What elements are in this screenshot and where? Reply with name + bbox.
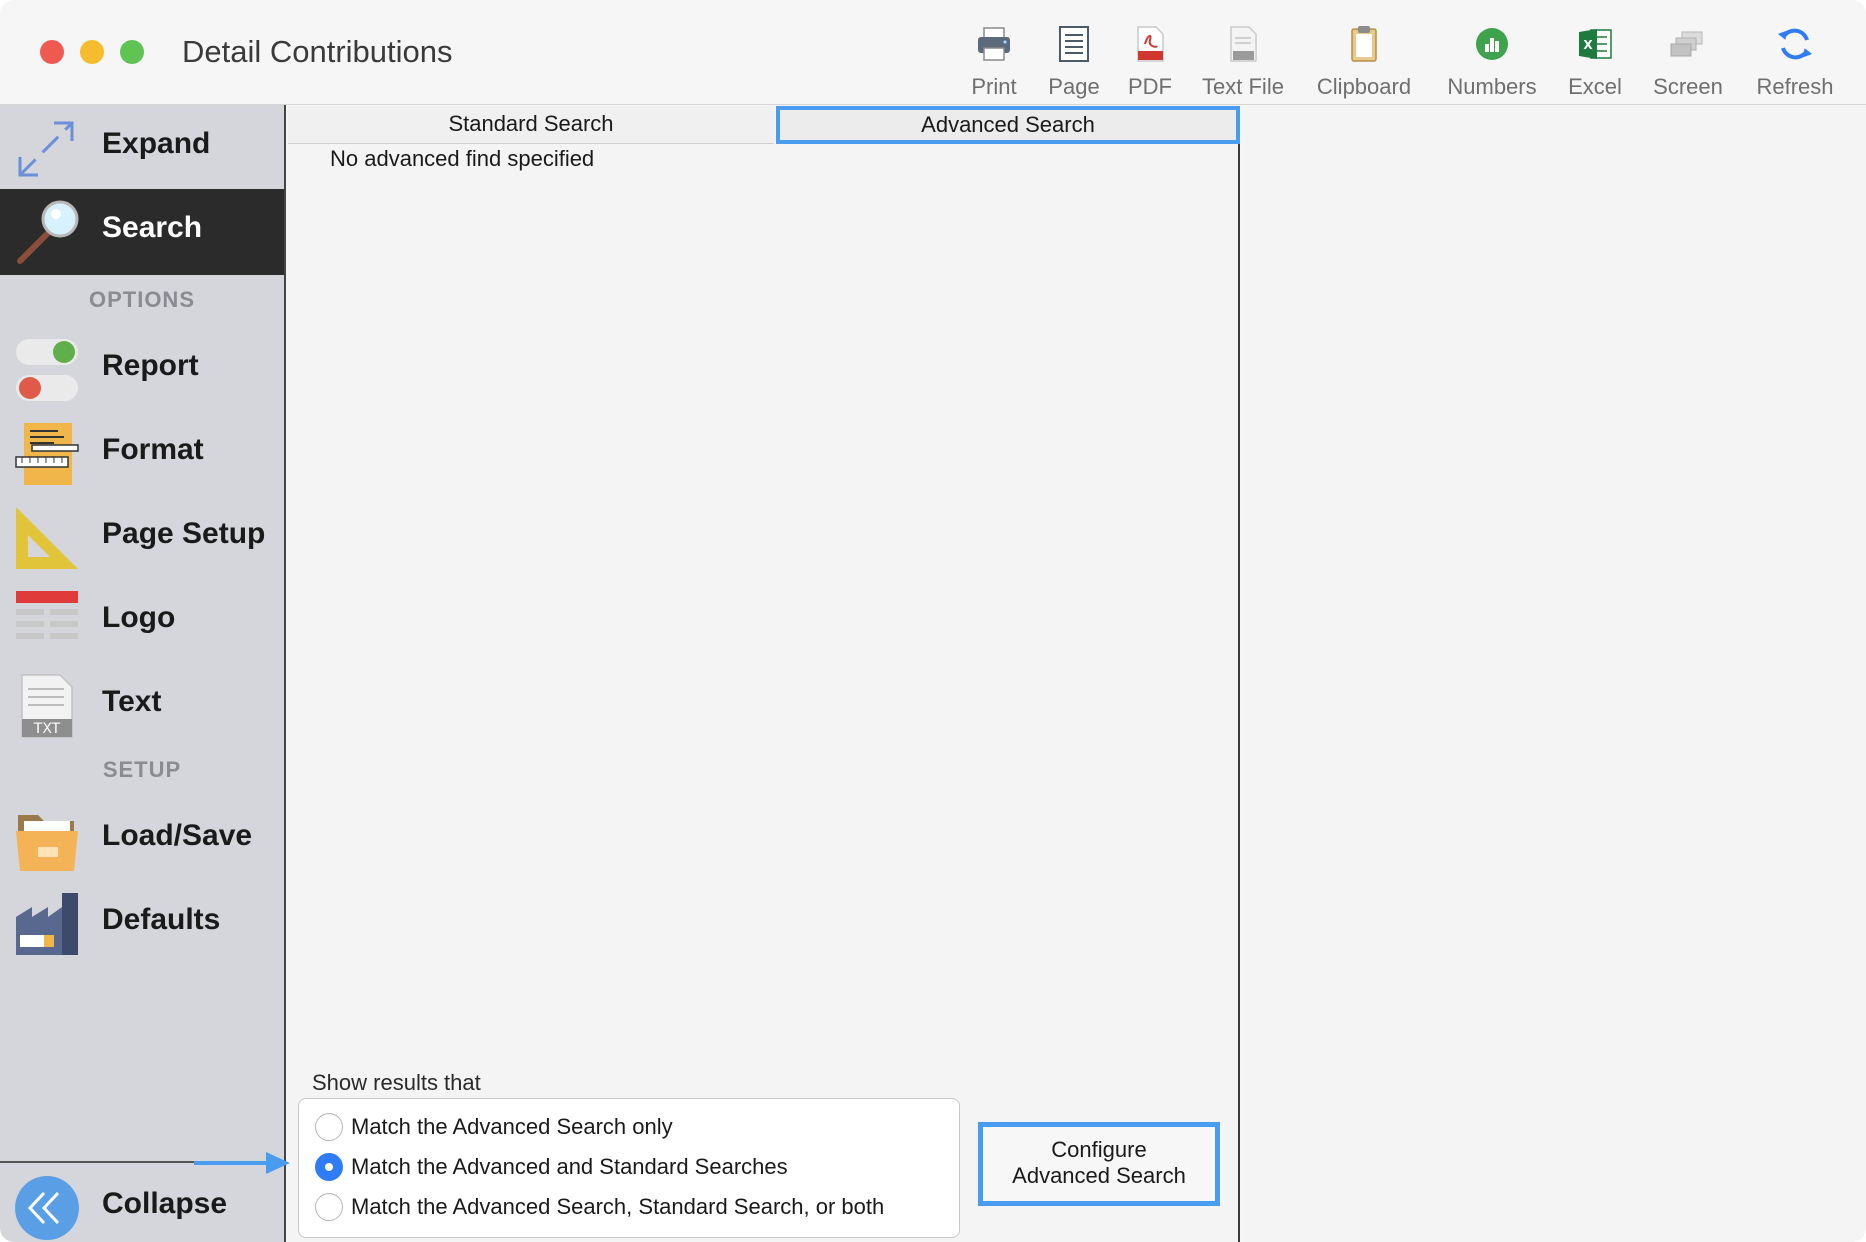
clipboard-icon <box>1344 24 1384 64</box>
page-button[interactable]: Page <box>1044 20 1104 100</box>
callout-arrow-icon <box>194 1152 290 1174</box>
refresh-label: Refresh <box>1756 74 1834 99</box>
sidebar-item-expand[interactable]: Expand <box>0 105 284 189</box>
match-options-group: Match the Advanced Search only Match the… <box>298 1098 960 1238</box>
tab-advanced-search[interactable]: Advanced Search <box>776 106 1240 144</box>
load-save-label: Load/Save <box>102 819 253 852</box>
screen-icon <box>1668 24 1708 64</box>
set-square-icon <box>14 505 80 571</box>
defaults-label: Defaults <box>102 903 221 936</box>
screen-button[interactable]: Screen <box>1650 20 1726 100</box>
sidebar-item-logo[interactable]: Logo <box>0 579 284 663</box>
pdf-label: PDF <box>1128 74 1172 99</box>
window-title: Detail Contributions <box>182 34 453 69</box>
screen-label: Screen <box>1653 74 1723 99</box>
radio-button[interactable] <box>315 1193 343 1221</box>
empty-message: No advanced find specified <box>330 146 595 171</box>
excel-label: Excel <box>1568 74 1622 99</box>
radio-button-selected[interactable] <box>315 1153 343 1181</box>
configure-button-line1: Configure <box>1051 1137 1147 1162</box>
print-button[interactable]: Print <box>964 20 1024 100</box>
radio-label: Match the Advanced and Standard Searches <box>351 1154 788 1179</box>
svg-text:TXT: TXT <box>33 721 61 737</box>
clipboard-button[interactable]: Clipboard <box>1312 20 1416 100</box>
toggle-switches-icon <box>14 337 80 403</box>
main-panel: Standard Search Advanced Search No advan… <box>288 106 1240 1242</box>
txt-file-icon: TXT <box>14 673 80 739</box>
numbers-button[interactable]: Numbers <box>1438 20 1546 100</box>
zoom-window-button[interactable] <box>120 40 144 64</box>
expand-arrows-icon <box>14 115 80 181</box>
search-label: Search <box>102 211 203 244</box>
sidebar-item-format[interactable]: Format <box>0 411 284 495</box>
report-label: Report <box>102 349 199 382</box>
clipboard-label: Clipboard <box>1316 74 1412 99</box>
logo-letterhead-icon <box>14 589 80 655</box>
radio-label: Match the Advanced Search only <box>351 1114 673 1139</box>
close-window-button[interactable] <box>40 40 64 64</box>
format-label: Format <box>102 433 204 466</box>
sidebar-item-search[interactable]: Search <box>0 189 284 275</box>
print-label: Print <box>971 74 1017 99</box>
sidebar-item-page-setup[interactable]: Page Setup <box>0 495 284 579</box>
configure-button-line2: Advanced Search <box>1012 1163 1186 1188</box>
configure-advanced-search-button[interactable]: Configure Advanced Search <box>978 1122 1220 1206</box>
divider <box>0 1161 200 1163</box>
options-heading: OPTIONS <box>88 287 195 312</box>
tab-standard-search[interactable]: Standard Search <box>288 106 774 144</box>
factory-icon <box>14 891 80 957</box>
preview-panel <box>1242 106 1866 1242</box>
sidebar: Expand Search OPTIONS Report Format Page… <box>0 105 286 1242</box>
printer-icon <box>974 24 1014 64</box>
excel-icon: X <box>1575 24 1615 64</box>
pdf-icon <box>1130 24 1170 64</box>
text-file-button[interactable]: Text File <box>1198 20 1288 100</box>
pdf-button[interactable]: PDF <box>1120 20 1180 100</box>
sidebar-item-collapse[interactable]: Collapse <box>0 1165 284 1242</box>
page-label: Page <box>1048 74 1100 99</box>
numbers-icon <box>1472 24 1512 64</box>
collapse-label: Collapse <box>102 1187 228 1220</box>
refresh-button[interactable]: Refresh <box>1752 20 1838 100</box>
format-ruler-icon <box>14 421 80 487</box>
excel-button[interactable]: X Excel <box>1562 20 1628 100</box>
radio-button[interactable] <box>315 1113 343 1141</box>
sidebar-item-defaults[interactable]: Defaults <box>0 881 284 965</box>
page-icon <box>1054 24 1094 64</box>
numbers-label: Numbers <box>1447 74 1537 99</box>
radio-label: Match the Advanced Search, Standard Sear… <box>351 1194 885 1219</box>
folder-icon <box>14 807 80 873</box>
text-file-icon <box>1223 24 1263 64</box>
sidebar-item-text[interactable]: TXT Text <box>0 663 284 747</box>
collapse-chevron-icon <box>14 1175 80 1241</box>
svg-text:X: X <box>1583 38 1593 52</box>
sidebar-item-load-save[interactable]: Load/Save <box>0 797 284 881</box>
refresh-icon <box>1775 24 1815 64</box>
app-window: Detail Contributions Print Page PDF Text… <box>0 0 1866 1242</box>
setup-heading: SETUP <box>102 757 182 782</box>
minimize-window-button[interactable] <box>80 40 104 64</box>
text-file-label: Text File <box>1202 74 1284 99</box>
title-bar: Detail Contributions Print Page PDF Text… <box>0 0 1866 105</box>
show-results-label: Show results that <box>312 1070 481 1095</box>
sidebar-item-report[interactable]: Report <box>0 327 284 411</box>
page-setup-label: Page Setup <box>102 517 266 550</box>
expand-label: Expand <box>102 127 211 160</box>
text-label: Text <box>102 685 162 718</box>
magnifier-icon <box>14 199 80 265</box>
logo-label: Logo <box>102 601 176 634</box>
